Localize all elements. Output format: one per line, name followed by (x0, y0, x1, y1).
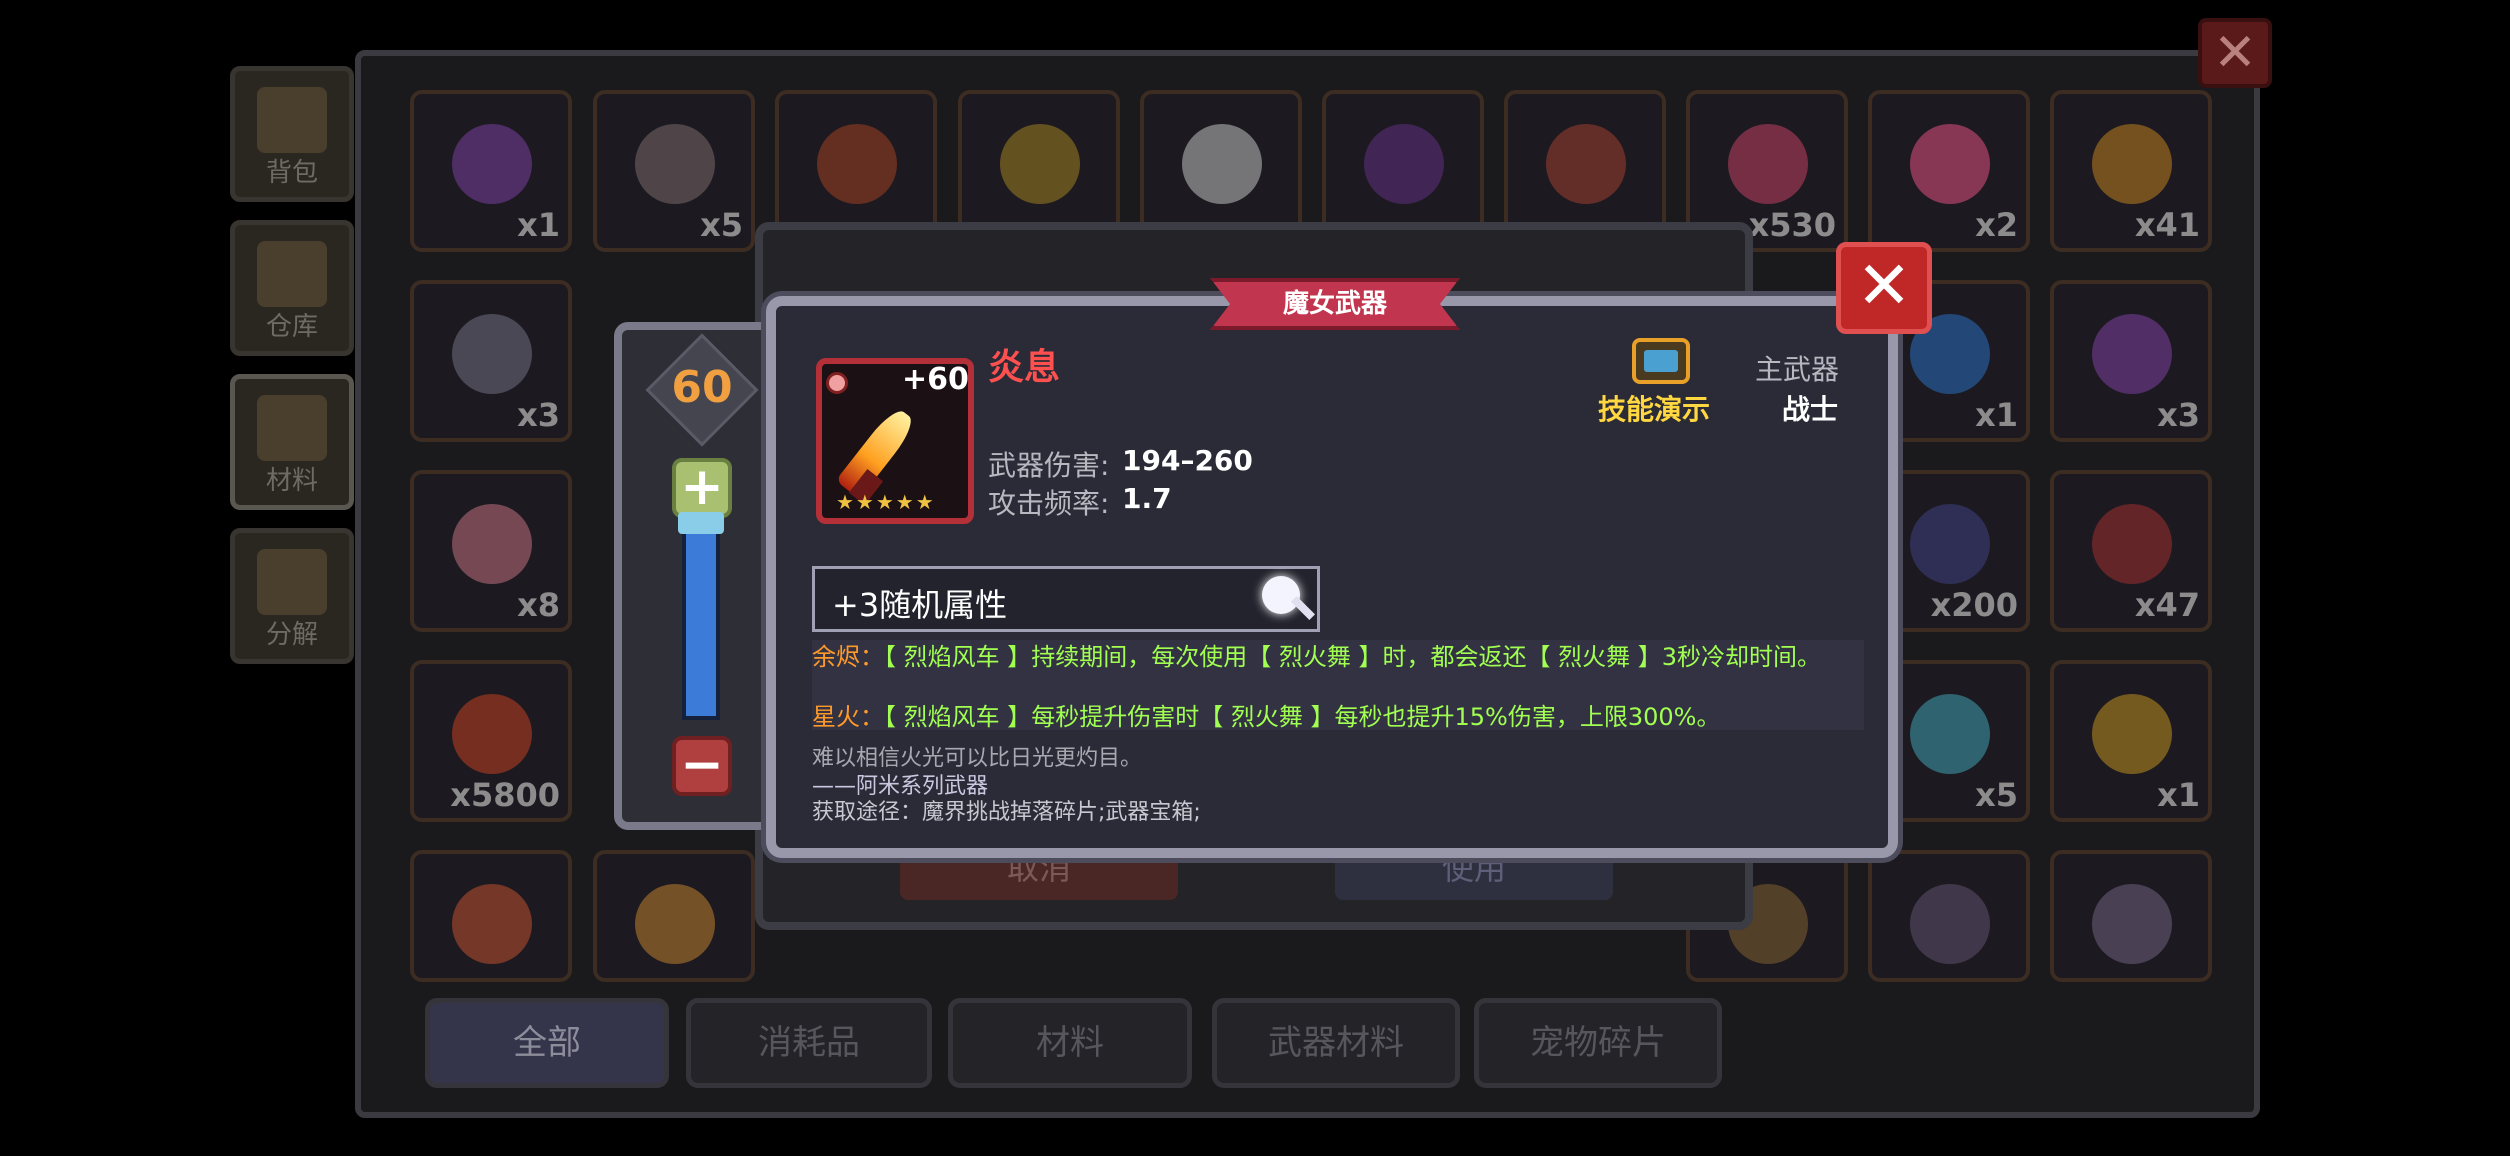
item-count: x47 (2134, 586, 2200, 624)
item-icon (1000, 124, 1080, 204)
bottom-tab-weapon-materials[interactable]: 武器材料 (1212, 998, 1460, 1088)
level-slider-handle[interactable] (678, 512, 724, 534)
item-count: x5 (700, 206, 743, 244)
effect-ember: 余烬：【 烈焰风车 】持续期间，每次使用【 烈火舞 】时，都会返还【 烈火舞 】… (812, 642, 1864, 672)
side-tab-decompose[interactable]: 分解 (230, 528, 354, 664)
side-tab-materials[interactable]: 材料 (230, 374, 354, 510)
side-tab-label: 背包 (265, 158, 318, 188)
effect-desc: 【 烈焰风车 】持续期间，每次使用【 烈火舞 】时，都会返还【 烈火舞 】3秒冷… (884, 643, 1822, 671)
tv-icon[interactable] (1632, 338, 1690, 384)
weapon-enhance-level: +60 (902, 362, 969, 397)
item-icon (452, 314, 532, 394)
bottom-tab-materials[interactable]: 材料 (948, 998, 1192, 1088)
chest-icon (257, 87, 327, 153)
item-count: x3 (517, 396, 560, 434)
item-icon (1364, 124, 1444, 204)
inventory-slot[interactable]: x5 (593, 90, 755, 252)
item-icon (1182, 124, 1262, 204)
item-count: x200 (1930, 586, 2018, 624)
side-tab-label: 材料 (265, 466, 318, 496)
attack-rate-label: 攻击频率: (988, 487, 1110, 520)
attack-rate-value: 1.7 (1122, 482, 1172, 515)
inventory-slot[interactable]: x3 (410, 280, 572, 442)
effect-spark: 星火：【 烈焰风车 】每秒提升伤害时【 烈火舞 】每秒也提升15%伤害，上限30… (812, 702, 1864, 732)
chest-icon (257, 241, 327, 307)
side-tab-label: 仓库 (265, 312, 318, 342)
inventory-close-button[interactable]: ✕ (2198, 18, 2272, 88)
weapon-class: 战士 (1782, 393, 1839, 426)
inventory-slot[interactable]: x1 (410, 90, 572, 252)
inventory-slot[interactable]: x2 (1868, 90, 2030, 252)
skill-demo-button[interactable]: 技能演示 (1598, 388, 1710, 428)
decompose-icon (257, 549, 327, 615)
inventory-slot[interactable] (1868, 850, 2030, 982)
effect-name: 余烬： (812, 643, 884, 671)
item-icon (1910, 504, 1990, 584)
materials-icon (257, 395, 327, 461)
effect-name: 星火： (812, 703, 884, 731)
item-count: x41 (2134, 206, 2200, 244)
magnifier-icon[interactable] (1262, 576, 1300, 614)
item-icon (2092, 884, 2172, 964)
damage-label: 武器伤害: (988, 449, 1110, 482)
item-count: x2 (1975, 206, 2018, 244)
item-count: x530 (1748, 206, 1836, 244)
increase-button[interactable]: + (672, 458, 732, 518)
inventory-slot[interactable]: x3 (2050, 280, 2212, 442)
inventory-slot[interactable]: x8 (410, 470, 572, 632)
inventory-slot[interactable]: x41 (2050, 90, 2212, 252)
item-icon (2092, 124, 2172, 204)
weapon-stars: ★★★★★ (836, 490, 936, 514)
inventory-slot[interactable]: x1 (2050, 660, 2212, 822)
bottom-tab-pet-fragments[interactable]: 宠物碎片 (1474, 998, 1722, 1088)
inventory-slot[interactable] (593, 850, 755, 982)
bottom-tab-consumables[interactable]: 消耗品 (686, 998, 932, 1088)
side-tab-backpack[interactable]: 背包 (230, 66, 354, 202)
item-count: x5800 (450, 776, 560, 814)
effect-desc: 【 烈焰风车 】每秒提升伤害时【 烈火舞 】每秒也提升15%伤害，上限300%。 (884, 703, 1721, 731)
weapon-name: 炎息 (988, 347, 1061, 388)
item-count: x8 (517, 586, 560, 624)
item-icon (1728, 124, 1808, 204)
item-icon (1910, 124, 1990, 204)
damage-value: 194–260 (1122, 444, 1253, 477)
side-tab-storage[interactable]: 仓库 (230, 220, 354, 356)
card-title: 魔女武器 (1210, 278, 1460, 330)
item-icon (1910, 694, 1990, 774)
inventory-slot[interactable] (410, 850, 572, 982)
item-icon (2092, 504, 2172, 584)
inventory-slot[interactable] (2050, 850, 2212, 982)
item-icon (452, 504, 532, 584)
item-count: x1 (1975, 396, 2018, 434)
item-icon (2092, 314, 2172, 394)
item-count: x3 (2157, 396, 2200, 434)
side-tab-label: 分解 (265, 620, 318, 650)
bottom-tab-all[interactable]: 全部 (425, 998, 669, 1088)
item-icon (817, 124, 897, 204)
item-icon (2092, 694, 2172, 774)
close-button[interactable]: ✕ (1836, 242, 1932, 334)
inventory-slot[interactable]: x5800 (410, 660, 572, 822)
item-count: x1 (2157, 776, 2200, 814)
item-icon (1910, 884, 1990, 964)
inventory-slot[interactable]: x47 (2050, 470, 2212, 632)
item-icon (452, 884, 532, 964)
random-attribute-label: +3随机属性 (832, 586, 1008, 624)
decrease-button[interactable]: − (672, 736, 732, 796)
item-count: x5 (1975, 776, 2018, 814)
item-icon (1546, 124, 1626, 204)
acquire-source: 获取途径：魔界挑战掉落碎片;武器宝箱; (812, 800, 1201, 825)
item-icon (635, 884, 715, 964)
gem-icon (826, 372, 848, 394)
level-slider-fill (686, 524, 716, 716)
item-icon (452, 124, 532, 204)
item-icon (635, 124, 715, 204)
weapon-slot-type: 主武器 (1755, 353, 1840, 386)
level-value: 60 (671, 362, 733, 413)
item-count: x1 (517, 206, 560, 244)
item-icon (452, 694, 532, 774)
